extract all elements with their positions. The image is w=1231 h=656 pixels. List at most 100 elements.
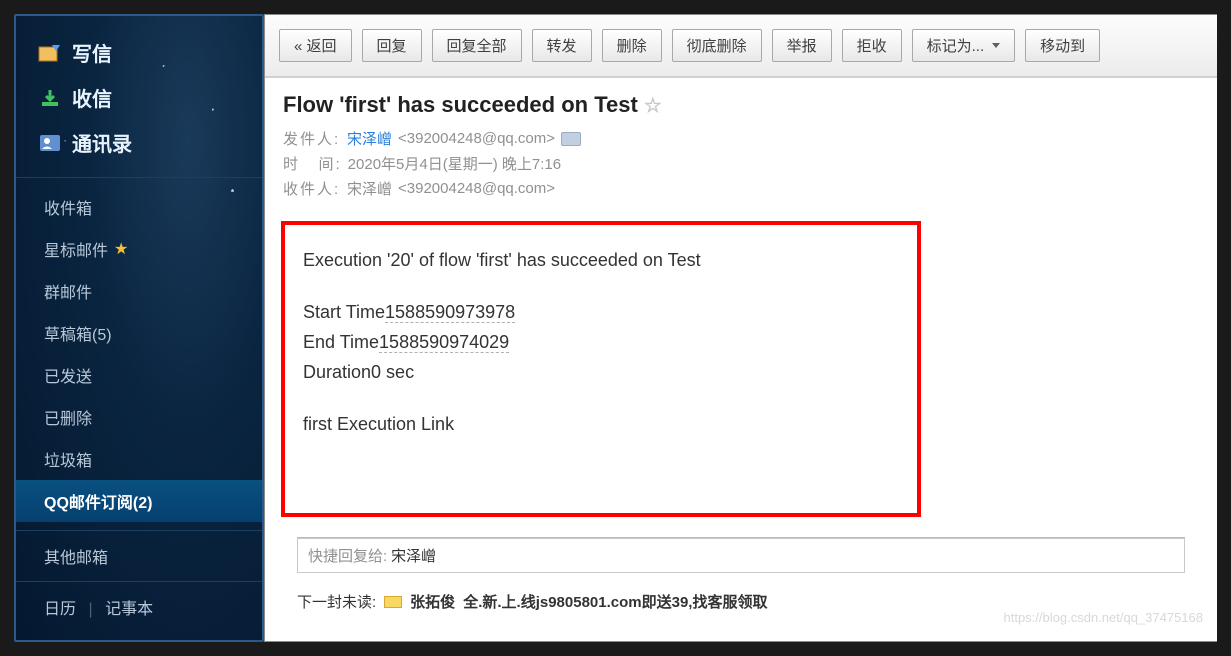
receive-button[interactable]: 收信 bbox=[16, 75, 262, 120]
contact-card-icon[interactable] bbox=[561, 132, 581, 146]
notepad-link[interactable]: 记事本 bbox=[105, 601, 153, 618]
online-doc-link[interactable]: 在线文档 NEW bbox=[16, 628, 262, 642]
body-duration-value: 0 sec bbox=[371, 362, 414, 382]
main-pane: « 返回 回复 回复全部 转发 删除 彻底删除 举报 拒收 标记为... 移动到… bbox=[264, 14, 1217, 642]
reply-all-button[interactable]: 回复全部 bbox=[432, 29, 522, 62]
folder-label: 已删除 bbox=[44, 405, 92, 429]
time-label: 时 间: bbox=[283, 153, 342, 174]
star-icon[interactable]: ☆ bbox=[644, 93, 662, 118]
folder-label: 群邮件 bbox=[44, 279, 92, 303]
reply-label: 回复 bbox=[377, 35, 407, 56]
download-icon bbox=[38, 88, 62, 108]
reject-button[interactable]: 拒收 bbox=[842, 29, 902, 62]
divider bbox=[16, 177, 262, 178]
folder-label: 其他邮箱 bbox=[44, 544, 108, 568]
from-address: <392004248@qq.com> bbox=[398, 130, 555, 147]
delete-forever-button[interactable]: 彻底删除 bbox=[672, 29, 762, 62]
to-address: <392004248@qq.com> bbox=[398, 180, 555, 197]
time-row: 时 间: 2020年5月4日(星期一) 晚上7:16 bbox=[283, 151, 1199, 176]
envelope-icon bbox=[384, 596, 402, 608]
next-unread-sender[interactable]: 张拓俊 bbox=[410, 591, 455, 612]
mail-body: Execution '20' of flow 'first' has succe… bbox=[265, 213, 1217, 641]
report-label: 举报 bbox=[787, 35, 817, 56]
compose-icon bbox=[38, 43, 62, 63]
mark-dropdown[interactable]: 标记为... bbox=[912, 29, 1016, 62]
to-name: 宋泽嶒 bbox=[347, 178, 392, 199]
body-start-value: 1588590973978 bbox=[385, 302, 515, 323]
quick-reply-section: 快捷回复给: 宋泽嶒 bbox=[297, 537, 1185, 573]
forward-button[interactable]: 转发 bbox=[532, 29, 592, 62]
to-label: 收件人: bbox=[283, 178, 341, 199]
caret-down-icon bbox=[992, 43, 1000, 48]
reject-label: 拒收 bbox=[857, 35, 887, 56]
folder-label: 草稿箱(5) bbox=[44, 321, 112, 345]
forward-label: 转发 bbox=[547, 35, 577, 56]
star-icon: ★ bbox=[114, 239, 128, 259]
contacts-button[interactable]: 通讯录 bbox=[16, 120, 262, 165]
folder-drafts[interactable]: 草稿箱(5) bbox=[16, 312, 262, 354]
body-exec-link[interactable]: first Execution Link bbox=[303, 411, 899, 437]
contacts-label: 通讯录 bbox=[72, 128, 132, 157]
folder-qq-subscribe[interactable]: QQ邮件订阅(2) bbox=[16, 480, 262, 522]
receive-label: 收信 bbox=[72, 83, 112, 112]
calendar-link[interactable]: 日历 bbox=[44, 601, 76, 618]
quick-reply-label: 快捷回复给: bbox=[308, 545, 387, 566]
sidebar-actions: 写信 收信 通讯录 bbox=[16, 16, 262, 173]
body-duration-row: Duration0 sec bbox=[303, 359, 899, 385]
body-end-label: End Time bbox=[303, 332, 379, 352]
time-value: 2020年5月4日(星期一) 晚上7:16 bbox=[348, 153, 561, 174]
mark-label: 标记为... bbox=[927, 35, 985, 56]
from-row: 发件人: 宋泽嶒 <392004248@qq.com> bbox=[283, 126, 1199, 151]
folder-starred[interactable]: 星标邮件 ★ bbox=[16, 228, 262, 270]
body-start-row: Start Time1588590973978 bbox=[303, 299, 899, 325]
subject-text: Flow 'first' has succeeded on Test bbox=[283, 92, 638, 118]
folder-label: 收件箱 bbox=[44, 195, 92, 219]
move-dropdown[interactable]: 移动到 bbox=[1025, 29, 1100, 62]
folder-label: QQ邮件订阅(2) bbox=[44, 489, 152, 513]
body-start-label: Start Time bbox=[303, 302, 385, 322]
folder-group[interactable]: 群邮件 bbox=[16, 270, 262, 312]
toolbar: « 返回 回复 回复全部 转发 删除 彻底删除 举报 拒收 标记为... 移动到 bbox=[265, 15, 1217, 78]
delete-label: 删除 bbox=[617, 35, 647, 56]
folder-other-mail[interactable]: 其他邮箱 bbox=[16, 535, 262, 577]
body-duration-label: Duration bbox=[303, 362, 371, 382]
folder-list: 收件箱 星标邮件 ★ 群邮件 草稿箱(5) 已发送 已删除 垃圾箱 QQ邮件订阅(… bbox=[16, 182, 262, 526]
contacts-icon bbox=[38, 133, 62, 153]
quick-reply-target: 宋泽嶒 bbox=[391, 545, 436, 566]
next-unread-label: 下一封未读: bbox=[297, 591, 376, 612]
mail-header: Flow 'first' has succeeded on Test ☆ 发件人… bbox=[265, 78, 1217, 213]
folder-inbox[interactable]: 收件箱 bbox=[16, 186, 262, 228]
subject-row: Flow 'first' has succeeded on Test ☆ bbox=[283, 92, 1199, 118]
back-label: « 返回 bbox=[294, 35, 337, 56]
to-row: 收件人: 宋泽嶒 <392004248@qq.com> bbox=[283, 176, 1199, 201]
quick-reply-input[interactable]: 快捷回复给: 宋泽嶒 bbox=[297, 538, 1185, 573]
folder-label: 垃圾箱 bbox=[44, 447, 92, 471]
folder-sent[interactable]: 已发送 bbox=[16, 354, 262, 396]
from-name[interactable]: 宋泽嶒 bbox=[347, 128, 392, 149]
body-end-value: 1588590974029 bbox=[379, 332, 509, 353]
online-doc-label: 在线文档 bbox=[44, 637, 108, 642]
folder-junk[interactable]: 垃圾箱 bbox=[16, 438, 262, 480]
delete-button[interactable]: 删除 bbox=[602, 29, 662, 62]
move-label: 移动到 bbox=[1040, 35, 1085, 56]
body-exec-line: Execution '20' of flow 'first' has succe… bbox=[303, 247, 899, 273]
separator: | bbox=[88, 601, 92, 618]
reply-button[interactable]: 回复 bbox=[362, 29, 422, 62]
reply-all-label: 回复全部 bbox=[447, 35, 507, 56]
back-button[interactable]: « 返回 bbox=[279, 29, 352, 62]
folder-label: 星标邮件 bbox=[44, 237, 108, 261]
next-unread-subject[interactable]: 全.新.上.线js9805801.com即送39,找客服领取 bbox=[463, 591, 767, 612]
folder-deleted[interactable]: 已删除 bbox=[16, 396, 262, 438]
report-button[interactable]: 举报 bbox=[772, 29, 832, 62]
next-unread-row: 下一封未读: 张拓俊 全.新.上.线js9805801.com即送39,找客服领… bbox=[281, 573, 1201, 622]
meta-rows: 发件人: 宋泽嶒 <392004248@qq.com> 时 间: 2020年5月… bbox=[283, 126, 1199, 201]
highlight-annotation: Execution '20' of flow 'first' has succe… bbox=[281, 221, 921, 517]
from-label: 发件人: bbox=[283, 128, 341, 149]
folder-label: 已发送 bbox=[44, 363, 92, 387]
compose-label: 写信 bbox=[72, 38, 112, 67]
divider bbox=[16, 530, 262, 531]
links-row: 日历 | 记事本 bbox=[16, 586, 262, 628]
divider bbox=[16, 581, 262, 582]
sidebar: 写信 收信 通讯录 收件箱 星标邮件 ★ 群邮件 草稿箱(5) 已发送 已删除 bbox=[14, 14, 264, 642]
compose-button[interactable]: 写信 bbox=[16, 30, 262, 75]
